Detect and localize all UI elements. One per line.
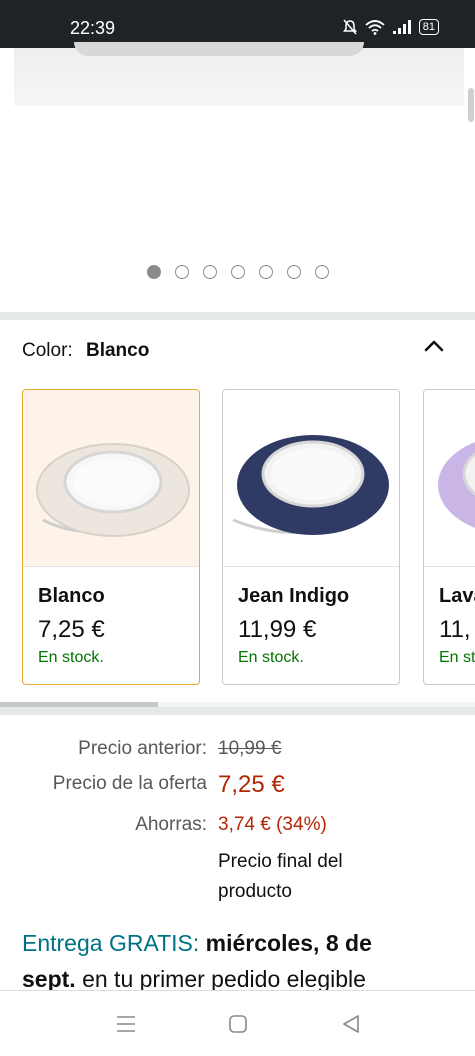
final-price-note: Precio final del producto — [218, 851, 343, 902]
swatch-stock-status: En stock. — [38, 649, 104, 666]
system-navigation-bar — [0, 990, 475, 1056]
delivery-info: Entrega GRATIS: miércoles, 8 de sept. en… — [22, 925, 462, 997]
savings-label: Ahorras: — [135, 814, 207, 835]
gallery-dot[interactable] — [315, 265, 329, 279]
status-bar: 22:39 81 — [0, 0, 475, 48]
swatch-name: Jean Indigo — [238, 585, 350, 607]
savings-value: 3,74 € (34%) — [218, 814, 327, 835]
product-image-gallery[interactable] — [0, 42, 475, 310]
chevron-up-icon[interactable] — [423, 337, 445, 353]
selected-color-value: Blanco — [85, 340, 150, 361]
back-triangle-icon[interactable] — [339, 1013, 363, 1035]
swatch-image — [223, 390, 399, 567]
delivery-condition: en tu primer pedido elegible — [82, 966, 366, 992]
previous-price-label: Precio anterior: — [78, 738, 207, 759]
gallery-dot[interactable] — [259, 265, 273, 279]
swatch-price: 11, — [439, 616, 471, 643]
color-selector-header: Color: Blanco — [22, 340, 149, 362]
swatch-stock-status: En stock. — [238, 649, 304, 666]
deal-price-label: Precio de la oferta — [52, 773, 207, 794]
delivery-date-month: sept. — [22, 966, 76, 992]
home-square-icon[interactable] — [226, 1013, 250, 1035]
swatch-name: Lava — [439, 585, 475, 607]
battery-level: 81 — [422, 21, 435, 33]
mute-icon — [342, 19, 357, 35]
swatch-lavanda[interactable]: Lava 11, En st — [423, 389, 475, 685]
swatch-blanco[interactable]: Blanco 7,25 € En stock. — [22, 389, 200, 685]
gallery-dot[interactable] — [231, 265, 245, 279]
battery-icon: 81 — [418, 19, 439, 35]
product-image[interactable] — [14, 42, 464, 106]
swatch-price: 11,99 € — [238, 616, 317, 643]
gallery-scrollbar[interactable] — [468, 88, 474, 122]
swatch-stock-status: En st — [439, 649, 475, 666]
swatch-name: Blanco — [38, 585, 105, 607]
status-time: 22:39 — [70, 18, 116, 38]
signal-icon — [392, 20, 411, 34]
deal-price-value: 7,25 € — [218, 771, 285, 798]
wifi-icon — [365, 20, 385, 35]
gallery-dot[interactable] — [203, 265, 217, 279]
color-swatch-list[interactable]: Blanco 7,25 € En stock. Jean Indigo 11,9… — [22, 389, 475, 685]
previous-price-value: 10,99 € — [218, 738, 282, 759]
gallery-dot[interactable] — [287, 265, 301, 279]
section-divider — [0, 312, 475, 320]
swatch-image — [23, 390, 199, 567]
charger-image-indigo — [232, 435, 389, 535]
charger-image-lavender — [438, 442, 475, 528]
swatch-price: 7,25 € — [38, 616, 105, 643]
gallery-dot[interactable] — [175, 265, 189, 279]
color-label: Color: — [22, 340, 73, 361]
swatch-jean-indigo[interactable]: Jean Indigo 11,99 € En stock. — [222, 389, 400, 685]
delivery-date: miércoles, 8 de — [205, 930, 372, 956]
status-icons: 81 — [342, 19, 439, 35]
free-delivery-link[interactable]: Entrega GRATIS: — [22, 930, 199, 956]
section-divider — [0, 707, 475, 715]
gallery-dot[interactable] — [147, 265, 161, 279]
swatch-image — [424, 390, 475, 567]
charger-image-white — [36, 443, 190, 537]
gallery-pagination-dots[interactable] — [147, 265, 329, 279]
menu-icon[interactable] — [114, 1013, 138, 1035]
